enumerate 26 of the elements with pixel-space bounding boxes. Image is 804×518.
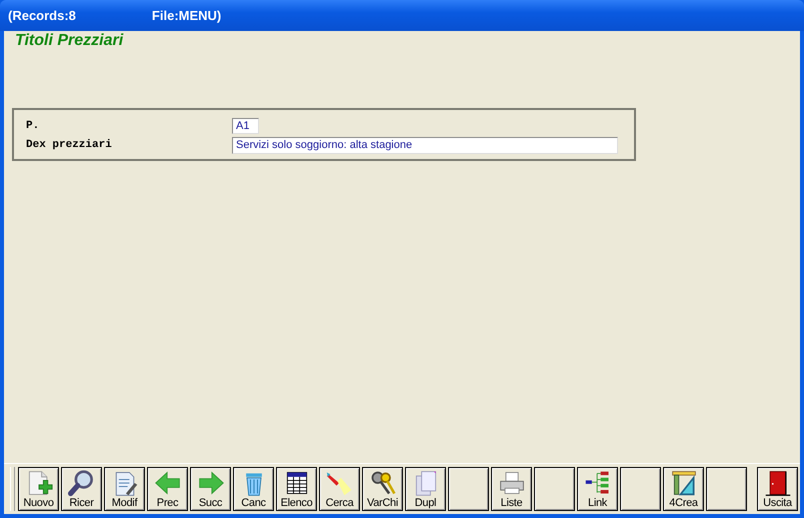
empty-button[interactable] (448, 467, 489, 511)
empty-button[interactable] (534, 467, 575, 511)
toolbar-button[interactable]: Succ (190, 467, 231, 511)
empty-button[interactable] (706, 467, 747, 511)
field-label: Dex prezziari (26, 139, 113, 151)
toolbar-button[interactable]: Nuovo (18, 467, 59, 511)
toolbar-button[interactable]: Prec (147, 467, 188, 511)
file-name: File:MENU) (152, 8, 222, 23)
toolbar-button[interactable]: Uscita (757, 467, 798, 511)
input-field[interactable]: A1 (232, 118, 259, 134)
empty-button[interactable] (620, 467, 661, 511)
toolbar-button[interactable]: Modif (104, 467, 145, 511)
toolbar-button[interactable]: Liste (491, 467, 532, 511)
input-field[interactable]: Servizi solo soggiorno: alta stagione (232, 136, 618, 154)
records-count: (Records:8 (8, 8, 76, 23)
toolbar-button[interactable]: Link (577, 467, 618, 511)
toolbar-button[interactable]: Elenco (276, 467, 317, 511)
toolbar-button[interactable]: 4Crea (663, 467, 704, 511)
toolbar-button[interactable]: Cerca (319, 467, 360, 511)
toolbar-button[interactable]: Canc (233, 467, 274, 511)
toolbar-button[interactable]: Dupl (405, 467, 446, 511)
toolbar-button[interactable]: Ricer (61, 467, 102, 511)
field-label: P. (26, 120, 40, 132)
left-arrow-icon (152, 469, 182, 497)
toolbar-button[interactable]: VarChi (362, 467, 403, 511)
form-title: Titoli Prezziari (14, 31, 124, 51)
